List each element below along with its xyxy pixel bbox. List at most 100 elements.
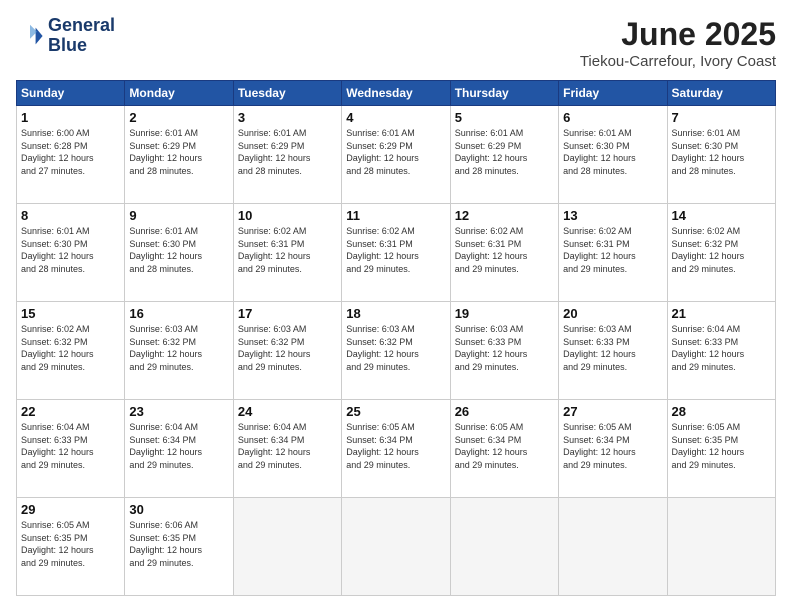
table-row: 1 Sunrise: 6:00 AM Sunset: 6:28 PM Daylig…	[17, 106, 125, 204]
day-number: 11	[346, 208, 445, 223]
col-tuesday: Tuesday	[233, 81, 341, 106]
day-info: Sunrise: 6:05 AM Sunset: 6:35 PM Dayligh…	[21, 519, 120, 569]
logo-icon	[16, 22, 44, 50]
table-row: 23 Sunrise: 6:04 AM Sunset: 6:34 PM Dayli…	[125, 400, 233, 498]
day-number: 6	[563, 110, 662, 125]
day-number: 13	[563, 208, 662, 223]
day-info: Sunrise: 6:02 AM Sunset: 6:31 PM Dayligh…	[455, 225, 554, 275]
day-info: Sunrise: 6:01 AM Sunset: 6:29 PM Dayligh…	[455, 127, 554, 177]
col-thursday: Thursday	[450, 81, 558, 106]
day-info: Sunrise: 6:01 AM Sunset: 6:30 PM Dayligh…	[129, 225, 228, 275]
day-info: Sunrise: 6:01 AM Sunset: 6:29 PM Dayligh…	[346, 127, 445, 177]
table-row: 25 Sunrise: 6:05 AM Sunset: 6:34 PM Dayli…	[342, 400, 450, 498]
day-number: 20	[563, 306, 662, 321]
table-row: 8 Sunrise: 6:01 AM Sunset: 6:30 PM Daylig…	[17, 204, 125, 302]
day-number: 30	[129, 502, 228, 517]
day-info: Sunrise: 6:00 AM Sunset: 6:28 PM Dayligh…	[21, 127, 120, 177]
calendar-week-row: 29 Sunrise: 6:05 AM Sunset: 6:35 PM Dayli…	[17, 498, 776, 596]
day-number: 1	[21, 110, 120, 125]
day-number: 7	[672, 110, 771, 125]
table-row: 20 Sunrise: 6:03 AM Sunset: 6:33 PM Dayli…	[559, 302, 667, 400]
table-row	[233, 498, 341, 596]
table-row: 21Sunrise: 6:04 AM Sunset: 6:33 PM Dayli…	[667, 302, 775, 400]
month-title: June 2025	[580, 16, 776, 53]
title-block: June 2025 Tiekou-Carrefour, Ivory Coast	[580, 16, 776, 70]
day-number: 23	[129, 404, 228, 419]
table-row: 4 Sunrise: 6:01 AM Sunset: 6:29 PM Daylig…	[342, 106, 450, 204]
table-row: 18Sunrise: 6:03 AM Sunset: 6:32 PM Dayli…	[342, 302, 450, 400]
day-number: 22	[21, 404, 120, 419]
day-number: 14	[672, 208, 771, 223]
table-row: 10Sunrise: 6:02 AM Sunset: 6:31 PM Dayli…	[233, 204, 341, 302]
day-info: Sunrise: 6:04 AM Sunset: 6:34 PM Dayligh…	[129, 421, 228, 471]
day-number: 26	[455, 404, 554, 419]
day-info: Sunrise: 6:03 AM Sunset: 6:32 PM Dayligh…	[346, 323, 445, 373]
logo: General Blue	[16, 16, 115, 56]
day-info: Sunrise: 6:01 AM Sunset: 6:30 PM Dayligh…	[21, 225, 120, 275]
day-info: Sunrise: 6:05 AM Sunset: 6:35 PM Dayligh…	[672, 421, 771, 471]
location-title: Tiekou-Carrefour, Ivory Coast	[580, 53, 776, 70]
col-saturday: Saturday	[667, 81, 775, 106]
day-info: Sunrise: 6:02 AM Sunset: 6:31 PM Dayligh…	[238, 225, 337, 275]
table-row: 13Sunrise: 6:02 AM Sunset: 6:31 PM Dayli…	[559, 204, 667, 302]
day-number: 28	[672, 404, 771, 419]
col-wednesday: Wednesday	[342, 81, 450, 106]
day-info: Sunrise: 6:03 AM Sunset: 6:33 PM Dayligh…	[455, 323, 554, 373]
day-info: Sunrise: 6:02 AM Sunset: 6:31 PM Dayligh…	[346, 225, 445, 275]
table-row: 26 Sunrise: 6:05 AM Sunset: 6:34 PM Dayli…	[450, 400, 558, 498]
day-number: 29	[21, 502, 120, 517]
col-sunday: Sunday	[17, 81, 125, 106]
day-info: Sunrise: 6:02 AM Sunset: 6:32 PM Dayligh…	[21, 323, 120, 373]
table-row: 5 Sunrise: 6:01 AM Sunset: 6:29 PM Daylig…	[450, 106, 558, 204]
day-info: Sunrise: 6:01 AM Sunset: 6:30 PM Dayligh…	[672, 127, 771, 177]
table-row: 27 Sunrise: 6:05 AM Sunset: 6:34 PM Dayli…	[559, 400, 667, 498]
table-row: 28 Sunrise: 6:05 AM Sunset: 6:35 PM Dayli…	[667, 400, 775, 498]
day-info: Sunrise: 6:05 AM Sunset: 6:34 PM Dayligh…	[563, 421, 662, 471]
day-number: 3	[238, 110, 337, 125]
calendar-week-row: 8 Sunrise: 6:01 AM Sunset: 6:30 PM Daylig…	[17, 204, 776, 302]
logo-line1: General	[48, 16, 115, 36]
day-number: 5	[455, 110, 554, 125]
day-number: 8	[21, 208, 120, 223]
logo-text: General Blue	[48, 16, 115, 56]
day-number: 27	[563, 404, 662, 419]
table-row: 7 Sunrise: 6:01 AM Sunset: 6:30 PM Daylig…	[667, 106, 775, 204]
table-row	[450, 498, 558, 596]
day-info: Sunrise: 6:03 AM Sunset: 6:33 PM Dayligh…	[563, 323, 662, 373]
day-info: Sunrise: 6:06 AM Sunset: 6:35 PM Dayligh…	[129, 519, 228, 569]
calendar-header-row: Sunday Monday Tuesday Wednesday Thursday…	[17, 81, 776, 106]
day-number: 24	[238, 404, 337, 419]
day-number: 9	[129, 208, 228, 223]
logo-line2: Blue	[48, 36, 115, 56]
day-number: 19	[455, 306, 554, 321]
calendar-week-row: 15 Sunrise: 6:02 AM Sunset: 6:32 PM Dayli…	[17, 302, 776, 400]
day-info: Sunrise: 6:05 AM Sunset: 6:34 PM Dayligh…	[346, 421, 445, 471]
day-info: Sunrise: 6:04 AM Sunset: 6:33 PM Dayligh…	[672, 323, 771, 373]
table-row: 30 Sunrise: 6:06 AM Sunset: 6:35 PM Dayli…	[125, 498, 233, 596]
day-number: 16	[129, 306, 228, 321]
day-info: Sunrise: 6:04 AM Sunset: 6:34 PM Dayligh…	[238, 421, 337, 471]
day-number: 15	[21, 306, 120, 321]
day-number: 4	[346, 110, 445, 125]
day-number: 12	[455, 208, 554, 223]
day-info: Sunrise: 6:01 AM Sunset: 6:30 PM Dayligh…	[563, 127, 662, 177]
table-row: 17Sunrise: 6:03 AM Sunset: 6:32 PM Dayli…	[233, 302, 341, 400]
day-info: Sunrise: 6:01 AM Sunset: 6:29 PM Dayligh…	[129, 127, 228, 177]
day-info: Sunrise: 6:01 AM Sunset: 6:29 PM Dayligh…	[238, 127, 337, 177]
calendar: Sunday Monday Tuesday Wednesday Thursday…	[16, 80, 776, 596]
day-info: Sunrise: 6:04 AM Sunset: 6:33 PM Dayligh…	[21, 421, 120, 471]
table-row: 11 Sunrise: 6:02 AM Sunset: 6:31 PM Dayli…	[342, 204, 450, 302]
day-info: Sunrise: 6:03 AM Sunset: 6:32 PM Dayligh…	[238, 323, 337, 373]
table-row: 6 Sunrise: 6:01 AM Sunset: 6:30 PM Daylig…	[559, 106, 667, 204]
table-row: 15 Sunrise: 6:02 AM Sunset: 6:32 PM Dayli…	[17, 302, 125, 400]
table-row: 9 Sunrise: 6:01 AM Sunset: 6:30 PM Daylig…	[125, 204, 233, 302]
header: General Blue June 2025 Tiekou-Carrefour,…	[16, 16, 776, 70]
day-info: Sunrise: 6:05 AM Sunset: 6:34 PM Dayligh…	[455, 421, 554, 471]
page: General Blue June 2025 Tiekou-Carrefour,…	[0, 0, 792, 612]
table-row: 22 Sunrise: 6:04 AM Sunset: 6:33 PM Dayli…	[17, 400, 125, 498]
col-monday: Monday	[125, 81, 233, 106]
day-number: 2	[129, 110, 228, 125]
day-number: 25	[346, 404, 445, 419]
table-row: 24 Sunrise: 6:04 AM Sunset: 6:34 PM Dayli…	[233, 400, 341, 498]
table-row: 29 Sunrise: 6:05 AM Sunset: 6:35 PM Dayli…	[17, 498, 125, 596]
